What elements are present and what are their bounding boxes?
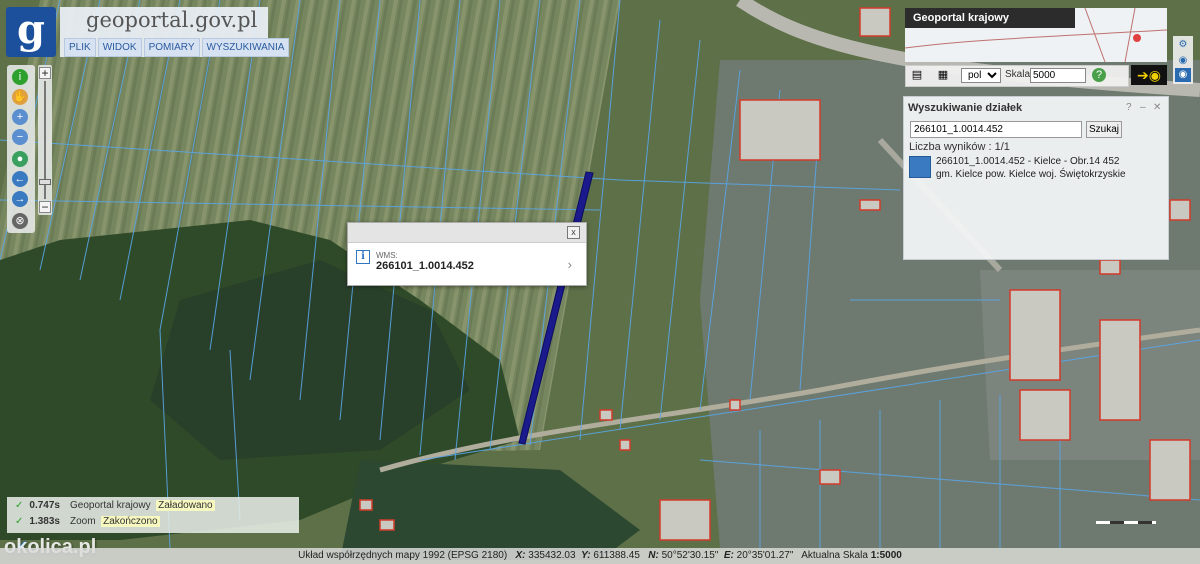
e-value: 20°35'01.27"	[736, 550, 794, 561]
y-label: Y:	[581, 550, 591, 561]
site-title: geoportal.gov.pl	[86, 8, 258, 32]
parcel-icon	[909, 156, 931, 178]
info-icon: i	[356, 250, 370, 264]
layer-eye-icon[interactable]: ◉	[1175, 68, 1191, 82]
popup-parcel-id[interactable]: 266101_1.0014.452	[376, 260, 474, 272]
full-extent-icon[interactable]: ●	[12, 151, 28, 167]
print-icon[interactable]: ▤	[910, 68, 924, 82]
popup-header: x	[348, 223, 586, 243]
feature-info-popup: x i WMS: 266101_1.0014.452 ›	[347, 222, 587, 286]
menu-plik[interactable]: PLIK	[64, 38, 96, 57]
forward-arrow-icon[interactable]: →	[12, 191, 28, 207]
pan-hand-icon[interactable]: ✋	[12, 89, 28, 105]
menu-pomiary[interactable]: POMIARY	[143, 38, 200, 57]
status-time: 1.383s	[29, 516, 60, 527]
current-scale-label: Aktualna Skala	[801, 550, 868, 561]
measure-icon[interactable]: ⊗	[12, 213, 28, 229]
search-panel-title: Wyszukiwanie działek	[908, 102, 1023, 114]
x-label: X:	[515, 550, 526, 561]
coordinates-footer: Układ współrzędnych mapy 1992 (EPSG 2180…	[0, 548, 1200, 564]
help-icon[interactable]: ?	[1092, 68, 1106, 82]
e-label: E:	[723, 550, 734, 561]
coordinate-system: Układ współrzędnych mapy 1992 (EPSG 2180…	[298, 550, 508, 561]
result-count: Liczba wyników : 1/1	[909, 141, 1010, 153]
settings-icon[interactable]: ⚙	[1175, 38, 1191, 52]
eye-small-icon[interactable]: ◉	[1175, 54, 1191, 68]
status-log: ✓ 0.747s Geoportal krajowy Załadowano ✓ 1.3…	[7, 497, 299, 533]
overview-map-image	[905, 8, 1167, 62]
result-title: 266101_1.0014.452 - Kielce - Obr.14 452	[936, 156, 1120, 167]
overview-map[interactable]: Geoportal krajowy	[905, 8, 1167, 62]
help-button[interactable]: ?	[1126, 102, 1132, 113]
status-message: Zakończono	[101, 516, 160, 527]
current-scale-value: 1:5000	[870, 550, 902, 561]
back-arrow-icon[interactable]: ←	[12, 171, 28, 187]
language-select[interactable]: pol	[961, 68, 1001, 83]
side-tools: ⚙ ◉ ◉	[1173, 36, 1193, 84]
parcel-search-input[interactable]	[910, 121, 1082, 138]
x-value: 335432.03	[528, 550, 576, 561]
status-source: Geoportal krajowy	[69, 500, 151, 511]
save-icon[interactable]: ▦	[936, 68, 950, 82]
popup-layer-label: WMS:	[376, 251, 398, 260]
check-icon: ✓	[15, 516, 24, 527]
zoom-thumb[interactable]	[39, 179, 51, 185]
close-button[interactable]: ✕	[1153, 102, 1161, 113]
chevron-right-icon[interactable]: ›	[568, 257, 572, 272]
status-message: Załadowano	[156, 500, 215, 511]
main-menu: PLIK WIDOK POMIARY WYSZUKIWANIA	[64, 38, 290, 57]
scale-toolbar: ▤ ▦ pol Skala: ?	[905, 65, 1129, 87]
zoom-plus-button[interactable]: +	[39, 67, 51, 79]
scale-label: Skala:	[1005, 69, 1033, 80]
check-icon: ✓	[15, 500, 24, 511]
n-label: N:	[648, 550, 659, 561]
info-icon[interactable]: i	[12, 69, 28, 85]
n-value: 50°52'30.15"	[661, 550, 719, 561]
zoom-minus-button[interactable]: −	[39, 201, 51, 213]
visibility-eye-icon[interactable]: ➔◉	[1131, 65, 1167, 85]
popup-close-button[interactable]: x	[567, 226, 580, 239]
status-source: Zoom	[69, 516, 96, 527]
search-result-item[interactable]: 266101_1.0014.452 - Kielce - Obr.14 452 …	[909, 156, 1159, 184]
menu-wyszukiwania[interactable]: WYSZUKIWANIA	[201, 38, 290, 57]
status-time: 0.747s	[29, 500, 60, 511]
header-bar: geoportal.gov.pl PLIK WIDOK POMIARY WYSZ…	[60, 7, 290, 57]
status-row: ✓ 1.383s Zoom Zakończono	[15, 514, 160, 530]
y-value: 611388.45	[593, 550, 640, 561]
zoom-in-icon[interactable]: +	[12, 109, 28, 125]
zoom-slider[interactable]: + −	[38, 65, 52, 215]
menu-widok[interactable]: WIDOK	[97, 38, 142, 57]
status-row: ✓ 0.747s Geoportal krajowy Załadowano	[15, 498, 215, 514]
scale-bar	[1096, 521, 1156, 524]
parcel-search-panel: Wyszukiwanie działek ? – ✕ Szukaj Liczba…	[903, 96, 1169, 260]
navigation-toolbar: i ✋ + − ● ← → ⊗	[7, 65, 35, 233]
scale-input[interactable]	[1030, 68, 1086, 83]
geoportal-logo[interactable]: g	[6, 7, 56, 57]
minimize-button[interactable]: –	[1140, 102, 1146, 113]
result-location: gm. Kielce pow. Kielce woj. Świętokrzysk…	[936, 169, 1126, 180]
zoom-out-icon[interactable]: −	[12, 129, 28, 145]
search-button[interactable]: Szukaj	[1086, 121, 1122, 138]
